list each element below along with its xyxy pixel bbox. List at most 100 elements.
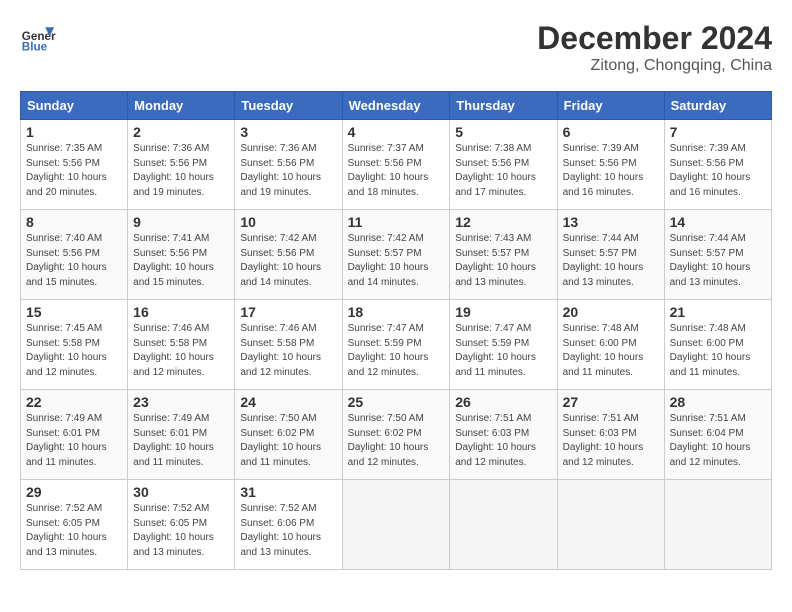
calendar-cell: 12 Sunrise: 7:43 AM Sunset: 5:57 PM Dayli… [450, 210, 557, 300]
calendar-cell: 21 Sunrise: 7:48 AM Sunset: 6:00 PM Dayli… [664, 300, 771, 390]
day-info: Sunrise: 7:37 AM Sunset: 5:56 PM Dayligh… [348, 142, 445, 200]
day-number: 3 [240, 124, 336, 140]
calendar-cell: 25Sunrise: 7:50 AM Sunset: 6:02 PM Dayli… [342, 390, 450, 480]
calendar-week-2: 8 Sunrise: 7:40 AM Sunset: 5:56 PM Daylig… [21, 210, 772, 300]
day-number: 10 [240, 214, 336, 230]
calendar-cell [342, 480, 450, 570]
day-number: 24 [240, 394, 336, 410]
day-number: 30 [133, 484, 229, 500]
calendar-cell: 13 Sunrise: 7:44 AM Sunset: 5:57 PM Dayli… [557, 210, 664, 300]
day-info: Sunrise: 7:45 AM Sunset: 5:58 PM Dayligh… [26, 322, 122, 380]
calendar-cell: 1 Sunrise: 7:35 AM Sunset: 5:56 PM Daylig… [21, 120, 128, 210]
day-number: 28 [670, 394, 766, 410]
calendar-cell: 18 Sunrise: 7:47 AM Sunset: 5:59 PM Dayli… [342, 300, 450, 390]
col-sunday: Sunday [21, 92, 128, 120]
calendar-cell: 17Sunrise: 7:46 AM Sunset: 5:58 PM Dayli… [235, 300, 342, 390]
day-number: 14 [670, 214, 766, 230]
day-number: 21 [670, 304, 766, 320]
day-number: 1 [26, 124, 122, 140]
page-header: General Blue December 2024 Zitong, Chong… [20, 20, 772, 75]
calendar-cell: 26Sunrise: 7:51 AM Sunset: 6:03 PM Dayli… [450, 390, 557, 480]
day-info: Sunrise: 7:51 AM Sunset: 6:03 PM Dayligh… [455, 412, 551, 470]
day-info: Sunrise: 7:36 AM Sunset: 5:56 PM Dayligh… [133, 142, 229, 200]
day-number: 27 [563, 394, 659, 410]
day-info: Sunrise: 7:39 AM Sunset: 5:56 PM Dayligh… [563, 142, 659, 200]
day-info: Sunrise: 7:40 AM Sunset: 5:56 PM Dayligh… [26, 232, 122, 290]
day-number: 5 [455, 124, 551, 140]
calendar-cell: 29 Sunrise: 7:52 AM Sunset: 6:05 PM Dayli… [21, 480, 128, 570]
day-number: 4 [348, 124, 445, 140]
calendar-cell: 11 Sunrise: 7:42 AM Sunset: 5:57 PM Dayli… [342, 210, 450, 300]
calendar-cell: 23Sunrise: 7:49 AM Sunset: 6:01 PM Dayli… [128, 390, 235, 480]
day-info: Sunrise: 7:52 AM Sunset: 6:05 PM Dayligh… [26, 502, 122, 560]
day-number: 15 [26, 304, 122, 320]
calendar-header-row: Sunday Monday Tuesday Wednesday Thursday… [21, 92, 772, 120]
col-wednesday: Wednesday [342, 92, 450, 120]
col-saturday: Saturday [664, 92, 771, 120]
calendar-cell: 3 Sunrise: 7:36 AM Sunset: 5:56 PM Daylig… [235, 120, 342, 210]
col-thursday: Thursday [450, 92, 557, 120]
calendar-cell: 15 Sunrise: 7:45 AM Sunset: 5:58 PM Dayli… [21, 300, 128, 390]
calendar-cell: 4 Sunrise: 7:37 AM Sunset: 5:56 PM Daylig… [342, 120, 450, 210]
calendar-cell: 14Sunrise: 7:44 AM Sunset: 5:57 PM Dayli… [664, 210, 771, 300]
calendar-cell: 22Sunrise: 7:49 AM Sunset: 6:01 PM Dayli… [21, 390, 128, 480]
day-number: 6 [563, 124, 659, 140]
day-info: Sunrise: 7:46 AM Sunset: 5:58 PM Dayligh… [133, 322, 229, 380]
day-number: 18 [348, 304, 445, 320]
calendar-cell: 31Sunrise: 7:52 AM Sunset: 6:06 PM Dayli… [235, 480, 342, 570]
day-number: 11 [348, 214, 445, 230]
calendar-cell: 24 Sunrise: 7:50 AM Sunset: 6:02 PM Dayli… [235, 390, 342, 480]
calendar-cell: 7Sunrise: 7:39 AM Sunset: 5:56 PM Daylig… [664, 120, 771, 210]
logo: General Blue [20, 20, 56, 56]
calendar-week-3: 15 Sunrise: 7:45 AM Sunset: 5:58 PM Dayli… [21, 300, 772, 390]
day-info: Sunrise: 7:47 AM Sunset: 5:59 PM Dayligh… [348, 322, 445, 380]
day-info: Sunrise: 7:51 AM Sunset: 6:04 PM Dayligh… [670, 412, 766, 470]
day-number: 12 [455, 214, 551, 230]
day-info: Sunrise: 7:47 AM Sunset: 5:59 PM Dayligh… [455, 322, 551, 380]
day-info: Sunrise: 7:38 AM Sunset: 5:56 PM Dayligh… [455, 142, 551, 200]
col-friday: Friday [557, 92, 664, 120]
calendar-cell: 9 Sunrise: 7:41 AM Sunset: 5:56 PM Daylig… [128, 210, 235, 300]
day-info: Sunrise: 7:42 AM Sunset: 5:56 PM Dayligh… [240, 232, 336, 290]
day-info: Sunrise: 7:42 AM Sunset: 5:57 PM Dayligh… [348, 232, 445, 290]
day-number: 2 [133, 124, 229, 140]
day-info: Sunrise: 7:52 AM Sunset: 6:05 PM Dayligh… [133, 502, 229, 560]
calendar-week-4: 22Sunrise: 7:49 AM Sunset: 6:01 PM Dayli… [21, 390, 772, 480]
calendar-cell: 16 Sunrise: 7:46 AM Sunset: 5:58 PM Dayli… [128, 300, 235, 390]
calendar-table: Sunday Monday Tuesday Wednesday Thursday… [20, 91, 772, 570]
calendar-week-1: 1 Sunrise: 7:35 AM Sunset: 5:56 PM Daylig… [21, 120, 772, 210]
calendar-cell: 30 Sunrise: 7:52 AM Sunset: 6:05 PM Dayli… [128, 480, 235, 570]
day-info: Sunrise: 7:48 AM Sunset: 6:00 PM Dayligh… [670, 322, 766, 380]
day-info: Sunrise: 7:50 AM Sunset: 6:02 PM Dayligh… [240, 412, 336, 470]
day-number: 22 [26, 394, 122, 410]
day-info: Sunrise: 7:48 AM Sunset: 6:00 PM Dayligh… [563, 322, 659, 380]
day-number: 16 [133, 304, 229, 320]
svg-text:Blue: Blue [22, 41, 48, 54]
day-info: Sunrise: 7:35 AM Sunset: 5:56 PM Dayligh… [26, 142, 122, 200]
day-number: 8 [26, 214, 122, 230]
day-info: Sunrise: 7:39 AM Sunset: 5:56 PM Dayligh… [670, 142, 766, 200]
day-number: 9 [133, 214, 229, 230]
day-number: 19 [455, 304, 551, 320]
day-info: Sunrise: 7:44 AM Sunset: 5:57 PM Dayligh… [563, 232, 659, 290]
day-info: Sunrise: 7:41 AM Sunset: 5:56 PM Dayligh… [133, 232, 229, 290]
day-info: Sunrise: 7:36 AM Sunset: 5:56 PM Dayligh… [240, 142, 336, 200]
day-number: 23 [133, 394, 229, 410]
day-number: 31 [240, 484, 336, 500]
calendar-cell: 6 Sunrise: 7:39 AM Sunset: 5:56 PM Daylig… [557, 120, 664, 210]
day-number: 17 [240, 304, 336, 320]
calendar-week-5: 29 Sunrise: 7:52 AM Sunset: 6:05 PM Dayli… [21, 480, 772, 570]
day-info: Sunrise: 7:51 AM Sunset: 6:03 PM Dayligh… [563, 412, 659, 470]
calendar-cell: 27 Sunrise: 7:51 AM Sunset: 6:03 PM Dayli… [557, 390, 664, 480]
logo-icon: General Blue [20, 20, 56, 56]
month-title: December 2024 [537, 20, 772, 57]
calendar-cell: 28 Sunrise: 7:51 AM Sunset: 6:04 PM Dayli… [664, 390, 771, 480]
day-info: Sunrise: 7:43 AM Sunset: 5:57 PM Dayligh… [455, 232, 551, 290]
calendar-cell: 10 Sunrise: 7:42 AM Sunset: 5:56 PM Dayli… [235, 210, 342, 300]
day-number: 13 [563, 214, 659, 230]
calendar-cell [450, 480, 557, 570]
col-monday: Monday [128, 92, 235, 120]
calendar-cell: 8 Sunrise: 7:40 AM Sunset: 5:56 PM Daylig… [21, 210, 128, 300]
calendar-cell [664, 480, 771, 570]
day-number: 29 [26, 484, 122, 500]
